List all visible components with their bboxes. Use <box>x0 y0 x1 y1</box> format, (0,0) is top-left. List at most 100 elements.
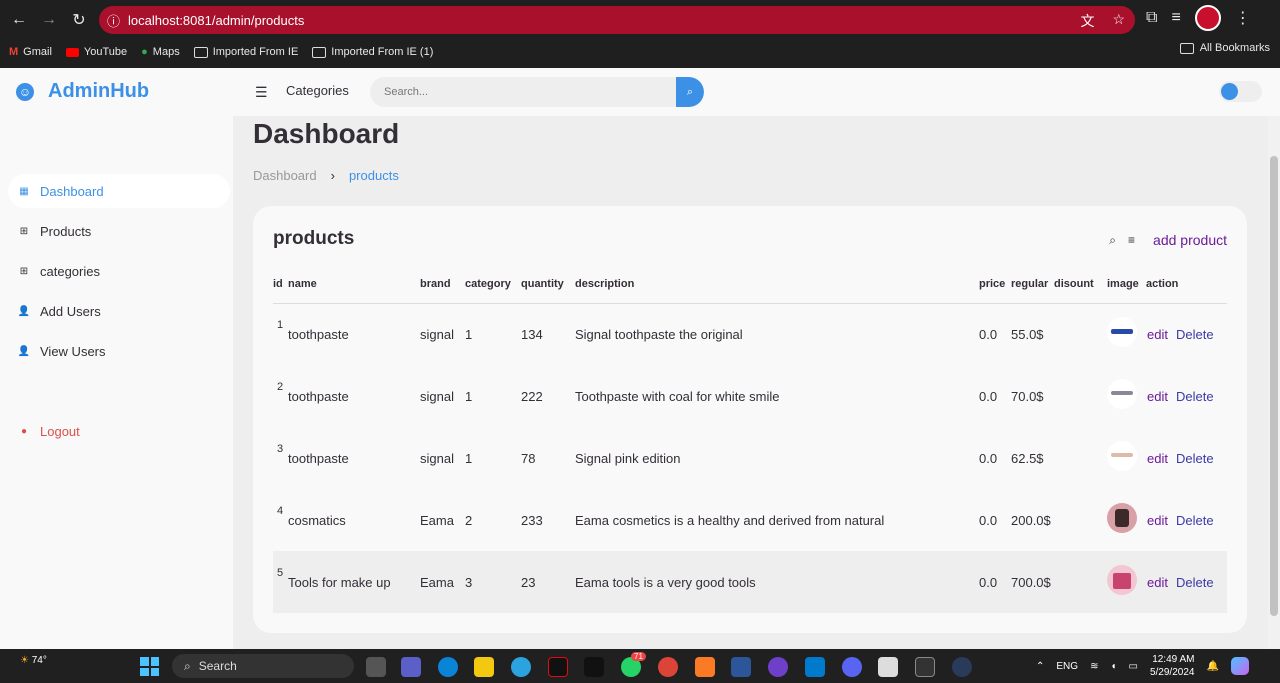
url-text[interactable]: localhost:8081/admin/products <box>128 13 304 28</box>
weather-temp: 74° <box>31 655 47 666</box>
discord-icon[interactable] <box>842 657 862 677</box>
system-tray: ⌃ ENG ≋ ◖ ▭ 12:49 AM 5/29/2024 🔔 <box>1036 649 1249 683</box>
cell-brand: signal <box>420 451 454 466</box>
snipping-tool-icon[interactable] <box>878 657 898 677</box>
language-indicator[interactable]: ENG <box>1056 661 1078 672</box>
github-icon[interactable] <box>768 657 788 677</box>
scrollbar-thumb[interactable] <box>1270 156 1278 616</box>
bookmark-gmail[interactable]: M Gmail <box>9 46 52 58</box>
product-image <box>1107 503 1137 533</box>
media-icon[interactable]: ≡ <box>1171 9 1180 27</box>
folder-icon <box>312 46 327 58</box>
cell-name: toothpaste <box>288 389 349 404</box>
bookmarks-bar: M Gmail YouTube ● Maps Imported From IE Im… <box>0 42 1280 62</box>
brand[interactable]: ☺ AdminHub <box>16 80 149 103</box>
table-row: 3 toothpaste signal 1 78 Signal pink edi… <box>273 427 1227 489</box>
copilot-icon[interactable] <box>1230 657 1249 675</box>
delete-link[interactable]: Delete <box>1176 327 1214 342</box>
folder-icon <box>193 46 208 58</box>
breadcrumb-dashboard[interactable]: Dashboard <box>253 168 317 183</box>
filter-icon[interactable]: ≡ <box>1128 233 1135 247</box>
cell-brand: Eama <box>420 513 454 528</box>
theme-toggle[interactable] <box>1219 81 1262 102</box>
sidebar-item-label: Products <box>40 223 92 239</box>
reload-icon[interactable]: ↻ <box>64 5 94 35</box>
weather-widget[interactable]: ☀ 74° <box>20 655 47 666</box>
app-icon[interactable] <box>952 657 972 677</box>
profile-avatar[interactable] <box>1194 5 1221 31</box>
breadcrumb-products[interactable]: products <box>349 168 399 183</box>
menu-icon[interactable]: ☰ <box>255 84 268 101</box>
bookmark-folder-ie-1[interactable]: Imported From IE (1) <box>312 46 433 58</box>
edit-link[interactable]: edit <box>1147 575 1168 590</box>
cell-category: 3 <box>465 575 473 590</box>
wifi-icon[interactable]: ≋ <box>1090 661 1098 672</box>
bookmark-label: Gmail <box>23 46 52 58</box>
cell-id: 4 <box>277 505 284 517</box>
bookmark-star-icon[interactable]: ☆ <box>1112 11 1125 31</box>
cell-name: toothpaste <box>288 327 349 342</box>
telegram-icon[interactable] <box>511 657 531 677</box>
search-button[interactable]: ⌕ <box>676 77 704 107</box>
nav-categories-link[interactable]: Categories <box>286 83 349 98</box>
battery-icon[interactable]: ▭ <box>1129 661 1138 672</box>
tiktok-icon[interactable] <box>584 657 604 677</box>
add-product-link[interactable]: add product <box>1153 232 1227 248</box>
sidebar-item-label: View Users <box>40 343 106 359</box>
edge-icon[interactable] <box>438 657 458 677</box>
edit-link[interactable]: edit <box>1147 513 1168 528</box>
sidebar-item-add-users[interactable]: 👤 Add Users <box>8 294 230 328</box>
delete-link[interactable]: Delete <box>1176 575 1214 590</box>
search-icon[interactable]: ⌕ <box>1109 233 1116 248</box>
terminal-icon[interactable] <box>915 657 935 677</box>
sidebar-item-categories[interactable]: ⊞ categories <box>8 254 230 288</box>
forward-icon[interactable]: → <box>34 5 64 35</box>
delete-link[interactable]: Delete <box>1176 451 1214 466</box>
bookmark-label: Imported From IE (1) <box>331 46 434 58</box>
chrome-icon[interactable] <box>658 657 678 677</box>
windows-start-icon[interactable] <box>140 657 159 676</box>
word-icon[interactable] <box>731 657 751 677</box>
chevron-up-icon[interactable]: ⌃ <box>1036 661 1044 672</box>
cell-price: 0.0 <box>979 513 998 528</box>
netflix-icon[interactable] <box>548 657 568 677</box>
page-scrollbar[interactable] <box>1268 116 1280 649</box>
cell-brand: Eama <box>420 575 454 590</box>
vscode-icon[interactable] <box>805 657 825 677</box>
sidebar-item-view-users[interactable]: 👤 View Users <box>8 334 230 368</box>
edit-link[interactable]: edit <box>1147 389 1168 404</box>
extensions-icon[interactable]: ⧉ <box>1146 9 1157 27</box>
delete-link[interactable]: Delete <box>1176 389 1214 404</box>
xampp-icon[interactable] <box>695 657 715 677</box>
cell-category: 1 <box>465 451 473 466</box>
search-input[interactable]: Search... ⌕ <box>370 77 704 107</box>
bookmark-youtube[interactable]: YouTube <box>65 46 127 58</box>
translate-icon[interactable]: 文 <box>1080 11 1094 31</box>
menu-dots-icon[interactable]: ⋮ <box>1235 8 1251 28</box>
sidebar-item-products[interactable]: ⊞ Products <box>8 214 230 248</box>
bookmark-folder-ie[interactable]: Imported From IE <box>193 46 298 58</box>
sidebar-item-logout[interactable]: ● Logout <box>8 414 230 448</box>
cell-description: Toothpaste with coal for white smile <box>575 389 780 404</box>
dashboard-icon: ▦ <box>19 185 29 197</box>
clock[interactable]: 12:49 AM 5/29/2024 <box>1150 653 1195 679</box>
delete-link[interactable]: Delete <box>1176 513 1214 528</box>
cell-name: toothpaste <box>288 451 349 466</box>
notification-bell-icon[interactable]: 🔔 <box>1206 661 1218 672</box>
bookmark-maps[interactable]: ● Maps <box>141 46 180 58</box>
taskbar-search[interactable]: ⌕ Search <box>172 654 354 678</box>
back-icon[interactable]: ← <box>4 5 34 35</box>
info-icon[interactable]: ⓘ <box>107 11 120 30</box>
volume-icon[interactable]: ◖ <box>1110 661 1116 672</box>
task-view-icon[interactable] <box>366 657 386 677</box>
address-bar[interactable]: ⓘ localhost:8081/admin/products 文 ☆ <box>99 6 1135 34</box>
sidebar-item-dashboard[interactable]: ▦ Dashboard <box>8 174 230 208</box>
user-icon: 👤 <box>17 345 31 357</box>
all-bookmarks[interactable]: All Bookmarks <box>1179 42 1270 54</box>
edit-link[interactable]: edit <box>1147 327 1168 342</box>
cell-price: 0.0 <box>979 451 998 466</box>
file-explorer-icon[interactable] <box>474 657 494 677</box>
cell-id: 2 <box>277 381 284 393</box>
edit-link[interactable]: edit <box>1147 451 1168 466</box>
teams-icon[interactable] <box>401 657 421 677</box>
